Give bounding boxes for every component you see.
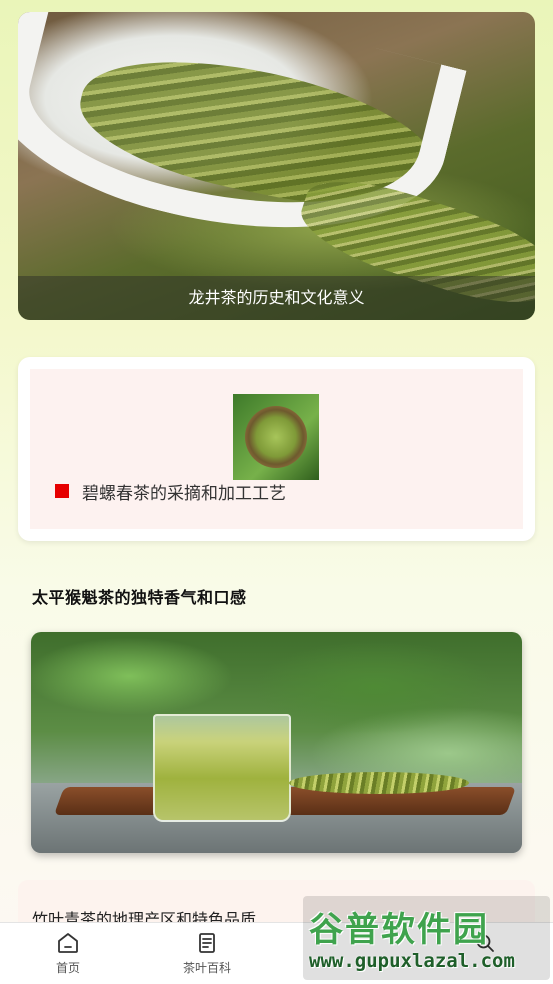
site-watermark: 谷普软件园 www.gupuxlazal.com — [303, 896, 550, 980]
nav-item-home[interactable]: 首页 — [28, 931, 108, 976]
tea-glass — [153, 714, 291, 822]
nav-label-encyclopedia: 茶叶百科 — [182, 961, 231, 975]
dry-tea-leaves — [289, 772, 469, 794]
book-icon — [199, 933, 215, 953]
home-icon — [58, 933, 78, 953]
red-bullet-icon — [55, 484, 69, 498]
watermark-url-text: www.gupuxlazal.com — [309, 950, 515, 972]
nav-label-home: 首页 — [55, 961, 80, 975]
tea-basket-image-part — [245, 406, 307, 468]
watermark-logo-text: 谷普软件园 — [309, 910, 489, 950]
hero-caption: 龙井茶的历史和文化意义 — [18, 276, 535, 320]
article-title: 碧螺春茶的采摘和加工工艺 — [82, 484, 286, 504]
section-title: 太平猴魁茶的独特香气和口感 — [32, 588, 247, 607]
hero-banner-card[interactable]: 龙井茶的历史和文化意义 — [18, 12, 535, 320]
tea-glass-image-card[interactable] — [31, 632, 522, 853]
article-card-biluochun[interactable]: 碧螺春茶的采摘和加工工艺 — [18, 357, 535, 541]
article-thumbnail — [233, 394, 319, 480]
nav-item-encyclopedia[interactable]: 茶叶百科 — [167, 931, 247, 976]
article-card-inner: 碧螺春茶的采摘和加工工艺 — [30, 369, 523, 529]
